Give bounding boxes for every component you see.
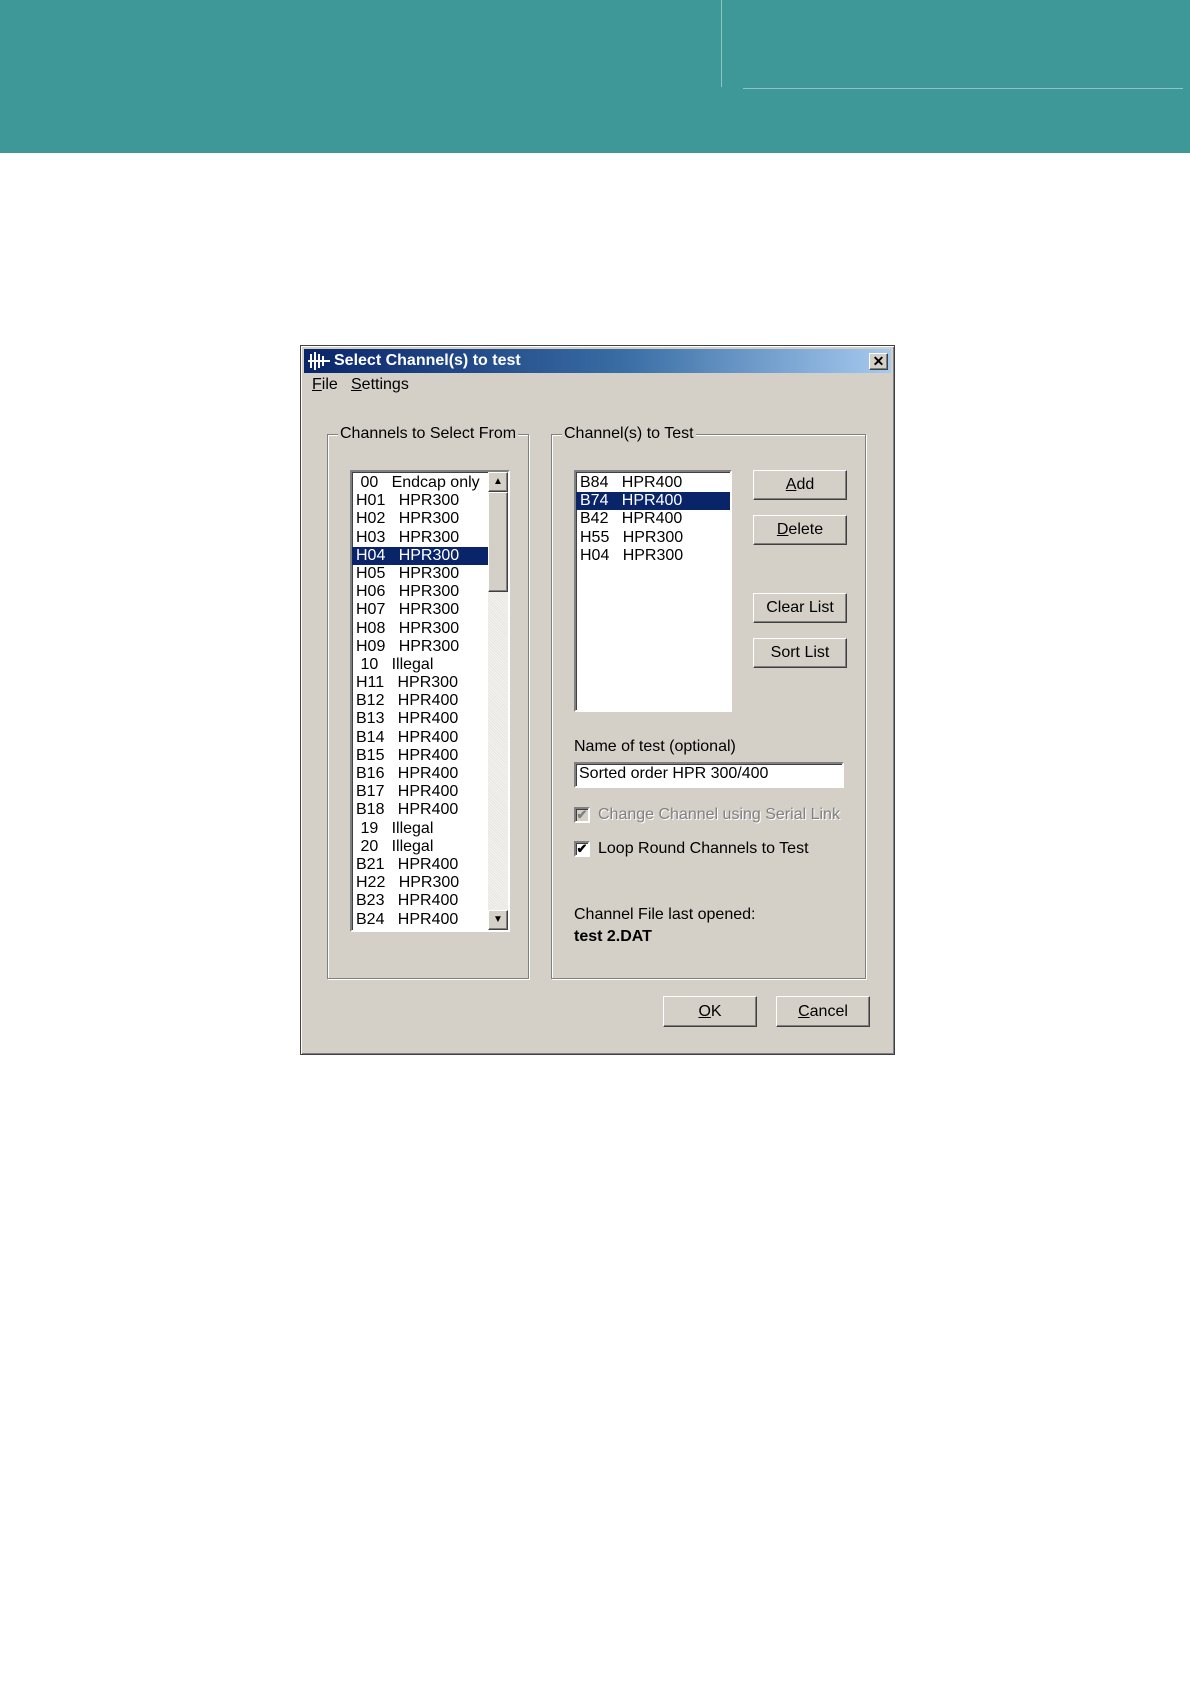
menu-settings[interactable]: Settings [351, 376, 409, 394]
sort-list-button[interactable]: Sort List [753, 638, 847, 668]
check-mark-icon: ✔ [576, 841, 588, 856]
menu-file[interactable]: File [312, 376, 338, 394]
channels-to-select-group: Channels to Select From 00 Endcap only H0… [327, 424, 529, 979]
test-name-label: Name of test (optional) [574, 738, 736, 755]
channels-to-test-group: Channel(s) to Test B84 HPR400 B74 HPR400 B… [551, 424, 866, 979]
banner-divider-horizontal [743, 88, 1183, 89]
delete-mnemonic: D [776, 521, 789, 538]
loop-round-checkbox[interactable]: ✔ [574, 841, 590, 857]
available-channel-list-item[interactable]: B18 HPR400 [352, 801, 508, 819]
delete-rest: elete [788, 521, 824, 538]
scroll-thumb[interactable] [488, 492, 508, 592]
ok-rest: K [710, 1002, 722, 1020]
menu-settings-rest: ettings [361, 376, 409, 393]
test-name-input[interactable]: Sorted order HPR 300/400 [574, 762, 844, 788]
available-channel-list-item[interactable]: H07 HPR300 [352, 601, 508, 619]
change-channel-checkbox[interactable]: ✔ [574, 807, 590, 823]
test-channel-list-item[interactable]: B84 HPR400 [576, 474, 730, 492]
channel-file-label: Channel File last opened: [574, 906, 756, 923]
cancel-button[interactable]: Cancel [776, 996, 870, 1027]
available-channel-list-item[interactable]: B17 HPR400 [352, 783, 508, 801]
available-channel-list-item[interactable]: 10 Illegal [352, 656, 508, 674]
available-channel-list-item[interactable]: B15 HPR400 [352, 747, 508, 765]
channels-to-test-items: B84 HPR400 B74 HPR400 B42 HPR400 H55 HPR300… [576, 472, 730, 565]
available-channel-list-item[interactable]: B23 HPR400 [352, 892, 508, 910]
scroll-up-arrow-icon: ▲ [493, 476, 503, 487]
available-channel-list-item[interactable]: H11 HPR300 [352, 674, 508, 692]
available-channel-list-item[interactable]: H01 HPR300 [352, 492, 508, 510]
menu-settings-mnemonic: S [351, 376, 362, 393]
test-channel-list-item[interactable]: H04 HPR300 [576, 547, 730, 565]
scroll-up-button[interactable]: ▲ [488, 472, 508, 492]
channels-to-test-list[interactable]: B84 HPR400 B74 HPR400 B42 HPR400 H55 HPR300… [574, 470, 732, 712]
close-icon: ✕ [872, 353, 885, 369]
available-channel-list-item[interactable]: H22 HPR300 [352, 874, 508, 892]
cancel-rest: ancel [809, 1002, 848, 1020]
available-channel-list-item[interactable]: H08 HPR300 [352, 620, 508, 638]
available-channel-list-item[interactable]: H09 HPR300 [352, 638, 508, 656]
channels-to-test-label: Channel(s) to Test [562, 424, 696, 444]
channels-to-select-label: Channels to Select From [338, 424, 519, 444]
channel-file-name: test 2.DAT [574, 928, 652, 945]
menu-file-rest: ile [321, 376, 338, 393]
available-channel-list-item[interactable]: B14 HPR400 [352, 729, 508, 747]
available-channel-list-item[interactable]: H02 HPR300 [352, 510, 508, 528]
available-channels-items: 00 Endcap only H01 HPR300 H02 HPR300 H03 HP… [352, 472, 508, 929]
available-channel-list-item[interactable]: H05 HPR300 [352, 565, 508, 583]
available-channel-list-item[interactable]: H06 HPR300 [352, 583, 508, 601]
header-banner [0, 0, 1190, 153]
available-channel-list-item[interactable]: 19 Illegal [352, 820, 508, 838]
available-channel-list-item[interactable]: 20 Illegal [352, 838, 508, 856]
banner-divider-vertical [721, 0, 722, 87]
add-mnemonic: A [785, 476, 797, 493]
test-channel-list-item[interactable]: H55 HPR300 [576, 529, 730, 547]
available-channel-list-item[interactable]: H04 HPR300 [352, 546, 508, 565]
available-channel-list-item[interactable]: B16 HPR400 [352, 765, 508, 783]
scroll-down-button[interactable]: ▼ [488, 910, 508, 930]
change-channel-label: Change Channel using Serial Link [598, 806, 840, 823]
available-channel-list-item[interactable]: B13 HPR400 [352, 710, 508, 728]
close-button[interactable]: ✕ [869, 353, 888, 370]
loop-round-label[interactable]: Loop Round Channels to Test [598, 839, 809, 859]
delete-button[interactable]: Delete [753, 515, 847, 545]
menu-bar: File Settings [304, 374, 891, 396]
available-channel-list-item[interactable]: 00 Endcap only [352, 474, 508, 492]
test-channel-list-item[interactable]: B74 HPR400 [576, 492, 730, 511]
available-channel-list-item[interactable]: H03 HPR300 [352, 529, 508, 547]
add-button[interactable]: Add [753, 470, 847, 500]
available-channel-list-item[interactable]: B12 HPR400 [352, 692, 508, 710]
ok-mnemonic: O [698, 1002, 711, 1020]
app-logo-icon [308, 352, 330, 370]
select-channels-dialog: Select Channel(s) to test ✕ File Setting… [300, 345, 895, 1055]
dialog-title: Select Channel(s) to test [334, 352, 521, 369]
available-channel-list-item[interactable]: B21 HPR400 [352, 856, 508, 874]
menu-file-mnemonic: F [312, 376, 322, 393]
available-channels-scrollbar[interactable]: ▲ ▼ [488, 472, 508, 930]
clear-list-button[interactable]: Clear List [753, 593, 847, 623]
test-channel-list-item[interactable]: B42 HPR400 [576, 510, 730, 528]
available-channel-list-item[interactable]: B24 HPR400 [352, 911, 508, 929]
add-rest: dd [796, 476, 815, 493]
title-bar[interactable]: Select Channel(s) to test ✕ [304, 349, 891, 373]
scroll-down-arrow-icon: ▼ [493, 914, 503, 925]
check-mark-icon: ✔ [576, 807, 588, 822]
cancel-mnemonic: C [798, 1002, 810, 1020]
available-channels-list[interactable]: 00 Endcap only H01 HPR300 H02 HPR300 H03 HP… [350, 470, 510, 932]
ok-button[interactable]: OK [663, 996, 757, 1027]
